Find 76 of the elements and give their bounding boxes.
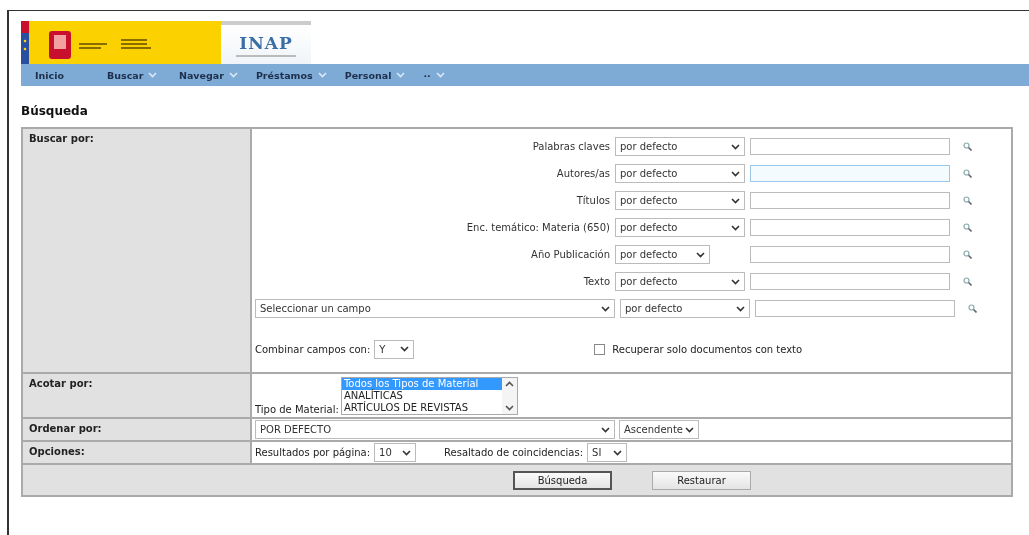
dropdown[interactable]: por defecto (615, 137, 745, 156)
dropdown[interactable]: por defecto (615, 164, 745, 183)
page-title: Búsqueda (21, 104, 89, 118)
caret-icon (731, 278, 740, 285)
search-icon[interactable] (963, 196, 972, 205)
listbox-option[interactable]: ANALÍTICAS (341, 390, 502, 402)
caret-icon (696, 251, 705, 258)
highlight-label: Resaltado de coincidencias: (444, 447, 584, 458)
section-label: Acotar por: (22, 373, 251, 418)
caret-icon (736, 305, 745, 312)
caret-icon (731, 143, 740, 150)
per-page-label: Resultados por página: (255, 447, 371, 458)
field-label: Autores/as (555, 168, 610, 179)
form-button[interactable]: Búsqueda (513, 471, 612, 490)
dropdown[interactable]: 10 (374, 443, 417, 462)
nav-menu-item[interactable]: Préstamos (251, 64, 331, 86)
caret-icon (228, 72, 238, 78)
search-input[interactable] (750, 192, 950, 209)
search-input[interactable] (755, 300, 955, 317)
search-icon[interactable] (968, 304, 977, 313)
dropdown[interactable]: Ascendente (619, 420, 699, 439)
form-button[interactable]: Restaurar (652, 471, 751, 490)
dropdown[interactable]: por defecto (615, 272, 745, 291)
caret-icon (685, 426, 694, 433)
search-icon[interactable] (963, 250, 972, 259)
nav-menu-item[interactable]: Personal (340, 64, 410, 86)
caret-icon (402, 449, 412, 456)
nav-menu-item[interactable]: Navegar (175, 64, 242, 86)
caret-icon (396, 72, 406, 78)
section-label: Ordenar por: (22, 418, 251, 441)
search-icon[interactable] (963, 169, 972, 178)
nav-menu-item[interactable]: Inicio (31, 64, 93, 86)
search-input[interactable] (750, 165, 950, 182)
search-icon[interactable] (963, 142, 972, 151)
dropdown[interactable]: por defecto (615, 191, 745, 210)
caret-icon (317, 72, 327, 78)
field-label: Títulos (575, 195, 610, 206)
search-input[interactable] (750, 219, 950, 236)
caret-icon (601, 305, 610, 312)
nav-menu-item[interactable]: ·· (419, 64, 482, 86)
caret-icon (731, 170, 740, 177)
logo-text: INAP (239, 32, 293, 53)
dropdown[interactable]: POR DEFECTO (255, 420, 615, 439)
search-input[interactable] (750, 273, 950, 290)
field-label: Texto (582, 276, 610, 287)
dropdown[interactable]: Y (374, 339, 415, 359)
dropdown[interactable]: Seleccionar un campo (255, 299, 615, 318)
caret-icon (148, 72, 158, 78)
caret-icon (731, 224, 740, 231)
dropdown[interactable]: por defecto (620, 299, 750, 318)
caret-icon (435, 72, 445, 78)
caret-icon (613, 449, 623, 456)
listbox-option[interactable]: ARTÍCULOS DE REVISTAS (341, 402, 502, 414)
caret-icon (731, 197, 740, 204)
checkbox[interactable] (594, 343, 606, 355)
caret-icon (601, 426, 610, 433)
field-label: Enc. temático: Materia (650) (465, 222, 610, 233)
search-icon[interactable] (963, 223, 972, 232)
dropdown[interactable]: SI (587, 443, 628, 462)
nav-menu-item[interactable]: Buscar (103, 64, 165, 86)
search-icon[interactable] (963, 277, 972, 286)
field-label: Palabras claves (531, 141, 610, 152)
scroll-down-icon[interactable] (504, 405, 514, 411)
checkbox-label: Recuperar solo documentos con texto (612, 343, 803, 355)
material-label: Tipo de Material: (255, 404, 339, 415)
scroll-up-icon[interactable] (504, 381, 514, 387)
dropdown[interactable]: por defecto (615, 245, 710, 264)
combine-label: Combinar campos con: (255, 343, 371, 355)
section-label: Opciones: (22, 441, 251, 464)
dropdown[interactable]: por defecto (615, 218, 745, 237)
caret-icon (400, 346, 410, 352)
section-label: Buscar por: (22, 128, 251, 373)
search-input[interactable] (750, 246, 950, 263)
field-label: Año Publicación (530, 249, 610, 260)
search-input[interactable] (750, 138, 950, 155)
material-listbox[interactable]: Todos los Tipos de Material ANALÍTICAS ARTÍCULOS DE REVISTAS (340, 377, 518, 415)
